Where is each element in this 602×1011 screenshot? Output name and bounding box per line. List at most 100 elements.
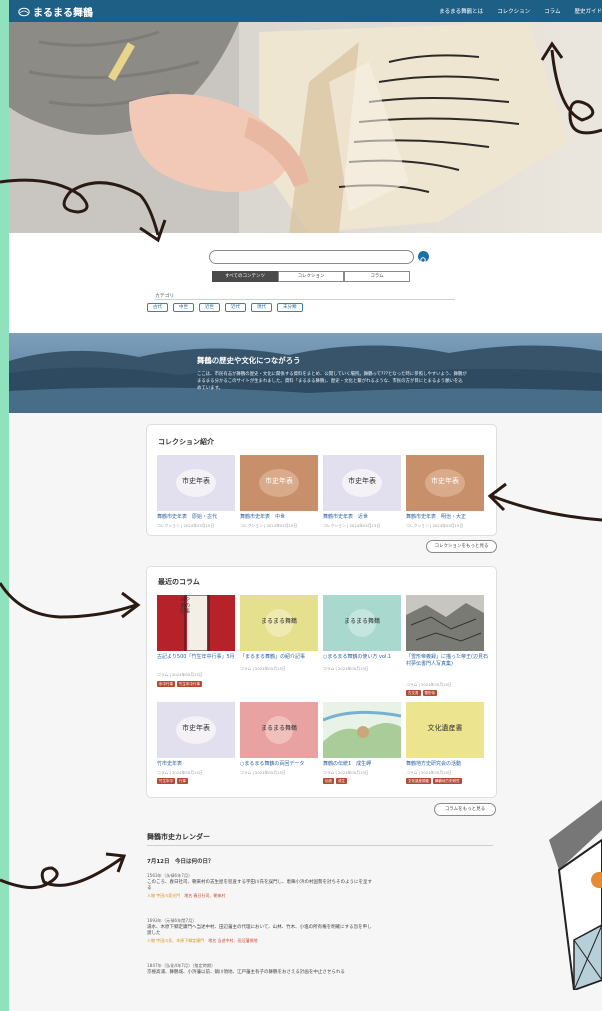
chip-ancient[interactable]: 古代 [147, 303, 168, 312]
collection-item-title[interactable]: 舞鶴市史年表 原始・古代 [157, 514, 239, 521]
chip-medieval[interactable]: 中世 [173, 303, 194, 312]
column-item-title[interactable]: 舞鶴地方史研究会の活動 [406, 761, 488, 768]
collection-item-meta: コレクション | 2024年05月15日 [240, 523, 298, 528]
column-thumb-text: まるまる舞鶴 [260, 618, 297, 625]
nav-about[interactable]: まるまる舞鶴とは [439, 7, 483, 15]
column-item-meta: コラム | 2024年05月15日 [240, 666, 286, 671]
search-input[interactable] [209, 250, 414, 264]
intro-banner: 舞鶴の歴史や文化につながろう ここは、市民有志が舞鶴の歴史・文化に関係する資料を… [9, 333, 602, 413]
calendar-title: 舞鶴市史カレンダー [147, 833, 210, 841]
collection-thumb-text: 市史年表 [431, 477, 459, 485]
banner-title: 舞鶴の歴史や文化につながろう [197, 356, 301, 365]
event-person-tag[interactable]: 人物 宇田川家光門 [147, 893, 180, 898]
tab-all[interactable]: すべてのコンテンツ [212, 271, 278, 282]
calendar-divider [147, 845, 493, 846]
page: まるまる舞鶴 まるまる舞鶴とは コレクション コラム 歴史ガイド すべてのコンテ… [9, 0, 602, 1011]
tab-column[interactable]: コラム [344, 271, 410, 282]
nav-collection[interactable]: コレクション [497, 7, 530, 15]
columns-more-button[interactable]: コラムをもっと見る [434, 803, 496, 816]
collection-thumb-text: 市史年表 [265, 477, 293, 485]
column-thumb[interactable] [406, 595, 484, 651]
nav-guide[interactable]: 歴史ガイド [574, 7, 602, 15]
chip-early-modern[interactable]: 近世 [199, 303, 220, 312]
collection-item-meta: コレクション | 2024年05月15日 [323, 523, 381, 528]
site-logo[interactable]: まるまる舞鶴 [18, 4, 93, 19]
main-nav: まるまる舞鶴とは コレクション コラム 歴史ガイド [439, 7, 602, 15]
chip-modern[interactable]: 近代 [225, 303, 246, 312]
site-name: まるまる舞鶴 [33, 8, 93, 19]
column-item-title[interactable]: 「雪形帝義録」に描った帝王(辺見石村夢伝書門人写真集) [406, 654, 488, 668]
collection-thumb-text: 市史年表 [348, 477, 376, 485]
collection-item-title[interactable]: 舞鶴市史年表 明治・大正 [406, 514, 488, 521]
search-icon [420, 257, 427, 264]
column-tags: 竹生年中 行事 [157, 778, 188, 784]
column-item-meta: コラム | 2024年05月15日 [240, 770, 286, 775]
chip-contemporary[interactable]: 現代 [251, 303, 272, 312]
column-tags: 伝統 成生 [323, 778, 347, 784]
column-item-title[interactable]: 古記より500「竹生年中行事」5月 [157, 654, 239, 661]
column-thumb[interactable] [323, 702, 401, 758]
event-text: このころ、春日社司、朝来村の志生屋を巡査する宇田川氏を誤門し、恵陣小浜の村国勢を… [147, 879, 372, 892]
column-thumb[interactable] [157, 595, 235, 651]
column-item-title[interactable]: 竹市史年表 [157, 761, 239, 768]
calendar-event: 1693年（元禄6年閏7月） 湯水、木原下郷定康門へ当述中村、田辺藩主の代理にお… [147, 918, 372, 944]
column-thumb-text: まるまる舞鶴 [260, 725, 297, 732]
column-tag[interactable]: 成生 [336, 778, 347, 784]
event-text: 京極高浦、舞鶴城、小浜藩以前、鎮川領地、江戸藩主有子の舞鶴をおさえる計画を中止さ… [147, 969, 345, 975]
category-chips: 古代 中世 近世 近代 現代 未分類 [147, 303, 303, 312]
content-tabs: すべてのコンテンツ コレクション コラム [212, 271, 410, 282]
banner-text: ここは、市民有志が舞鶴の歴史・文化に関係する資料をまとめ、公開していく場所。舞鶴… [197, 372, 467, 391]
logo-icon [18, 7, 30, 16]
column-thumb-text: みやまの行事 [180, 597, 191, 615]
collection-more-button[interactable]: コレクションをもっと見る [426, 540, 497, 553]
tab-collection[interactable]: コレクション [278, 271, 344, 282]
collection-thumb-text: 市史年表 [182, 477, 210, 485]
collection-item-title[interactable]: 舞鶴市史年表 中世 [240, 514, 322, 521]
column-thumb-text: 市史年表 [182, 724, 210, 732]
column-item-title[interactable]: ○まるまる舞鶴の使い方 vol.1 [323, 654, 405, 661]
column-item-title[interactable]: ○まるまる舞鶴の百回データ [240, 761, 322, 768]
collection-item-title[interactable]: 舞鶴市史年表 近世 [323, 514, 405, 521]
collection-item-meta: コレクション | 2024年05月15日 [157, 523, 215, 528]
column-item-meta: コラム | 2024年05月15日 [157, 672, 203, 677]
column-thumb-text: 文化遺産書 [427, 724, 463, 732]
calendar-event: 1563年（永禄6年7月） このころ、春日社司、朝来村の志生屋を巡査する宇田川氏… [147, 873, 372, 899]
event-tags: 人物 宇田川家光門 地名 春日社司、朝来村 [147, 893, 372, 900]
event-place-tag[interactable]: 地名 春日社司、朝来村 [184, 893, 225, 898]
collection-item-meta: コレクション | 2024年05月15日 [406, 523, 464, 528]
column-tag[interactable]: 竹生年中行事 [177, 681, 202, 687]
hero-image [9, 22, 602, 233]
column-tag[interactable]: 雪形帝 [422, 690, 437, 696]
top-navbar: まるまる舞鶴 まるまる舞鶴とは コレクション コラム 歴史ガイド [9, 0, 602, 22]
column-tag[interactable]: 年中行事 [157, 681, 175, 687]
category-label: カテゴリ [155, 294, 175, 299]
column-tag[interactable]: 竹生年中 [157, 778, 175, 784]
collection-title: コレクション紹介 [158, 438, 214, 446]
event-person-tag[interactable]: 人物 宇田川氏、木原下郷定康門 [147, 938, 204, 943]
column-item-title[interactable]: 「まるまる舞鶴」の紹介記事 [240, 654, 322, 661]
column-tag[interactable]: 行事 [177, 778, 188, 784]
column-thumb-text: まるまる舞鶴 [343, 618, 380, 625]
column-item-meta: コラム | 2024年05月15日 [157, 770, 203, 775]
event-text: 湯水、木原下郷定康門へ当述中村、田辺藩主の代理において、山林、竹木、小塩の所有権… [147, 924, 372, 937]
search-section: すべてのコンテンツ コレクション コラム カテゴリ 古代 中世 近世 近代 現代… [9, 233, 602, 333]
column-tags: 年中行事 竹生年中行事 [157, 681, 202, 687]
column-item-title[interactable]: 舞鶴の伝統1 成生岬 [323, 761, 405, 768]
event-place-tag[interactable]: 地名 当述中村、田辺藩領地 [208, 938, 257, 943]
column-tag[interactable]: 伝統 [323, 778, 334, 784]
column-item-meta: コラム | 2024年05月15日 [406, 770, 452, 775]
column-tag[interactable]: 古文書 [406, 690, 421, 696]
search-button[interactable] [418, 251, 429, 264]
calendar-event: 1847年（弘化4年7月）（推定時期） 京極高浦、舞鶴城、小浜藩以前、鎮川領地、… [147, 963, 372, 976]
column-item-meta: コラム | 2024年05月15日 [406, 682, 452, 687]
column-tag[interactable]: 文化遺産調査 [406, 778, 431, 784]
column-tags: 古文書 雪形帝 [406, 690, 437, 696]
column-item-meta: コラム | 2024年05月15日 [323, 770, 369, 775]
calendar-date: 7月12日 今日は何の日？ [147, 859, 214, 865]
column-tag[interactable]: 舞鶴地方史研究 [433, 778, 462, 784]
chip-uncategorized[interactable]: 未分類 [277, 303, 303, 312]
category-divider [155, 299, 455, 300]
nav-column[interactable]: コラム [544, 7, 560, 15]
columns-title: 最近のコラム [158, 578, 200, 586]
event-tags: 人物 宇田川氏、木原下郷定康門 地名 当述中村、田辺藩領地 [147, 938, 372, 945]
